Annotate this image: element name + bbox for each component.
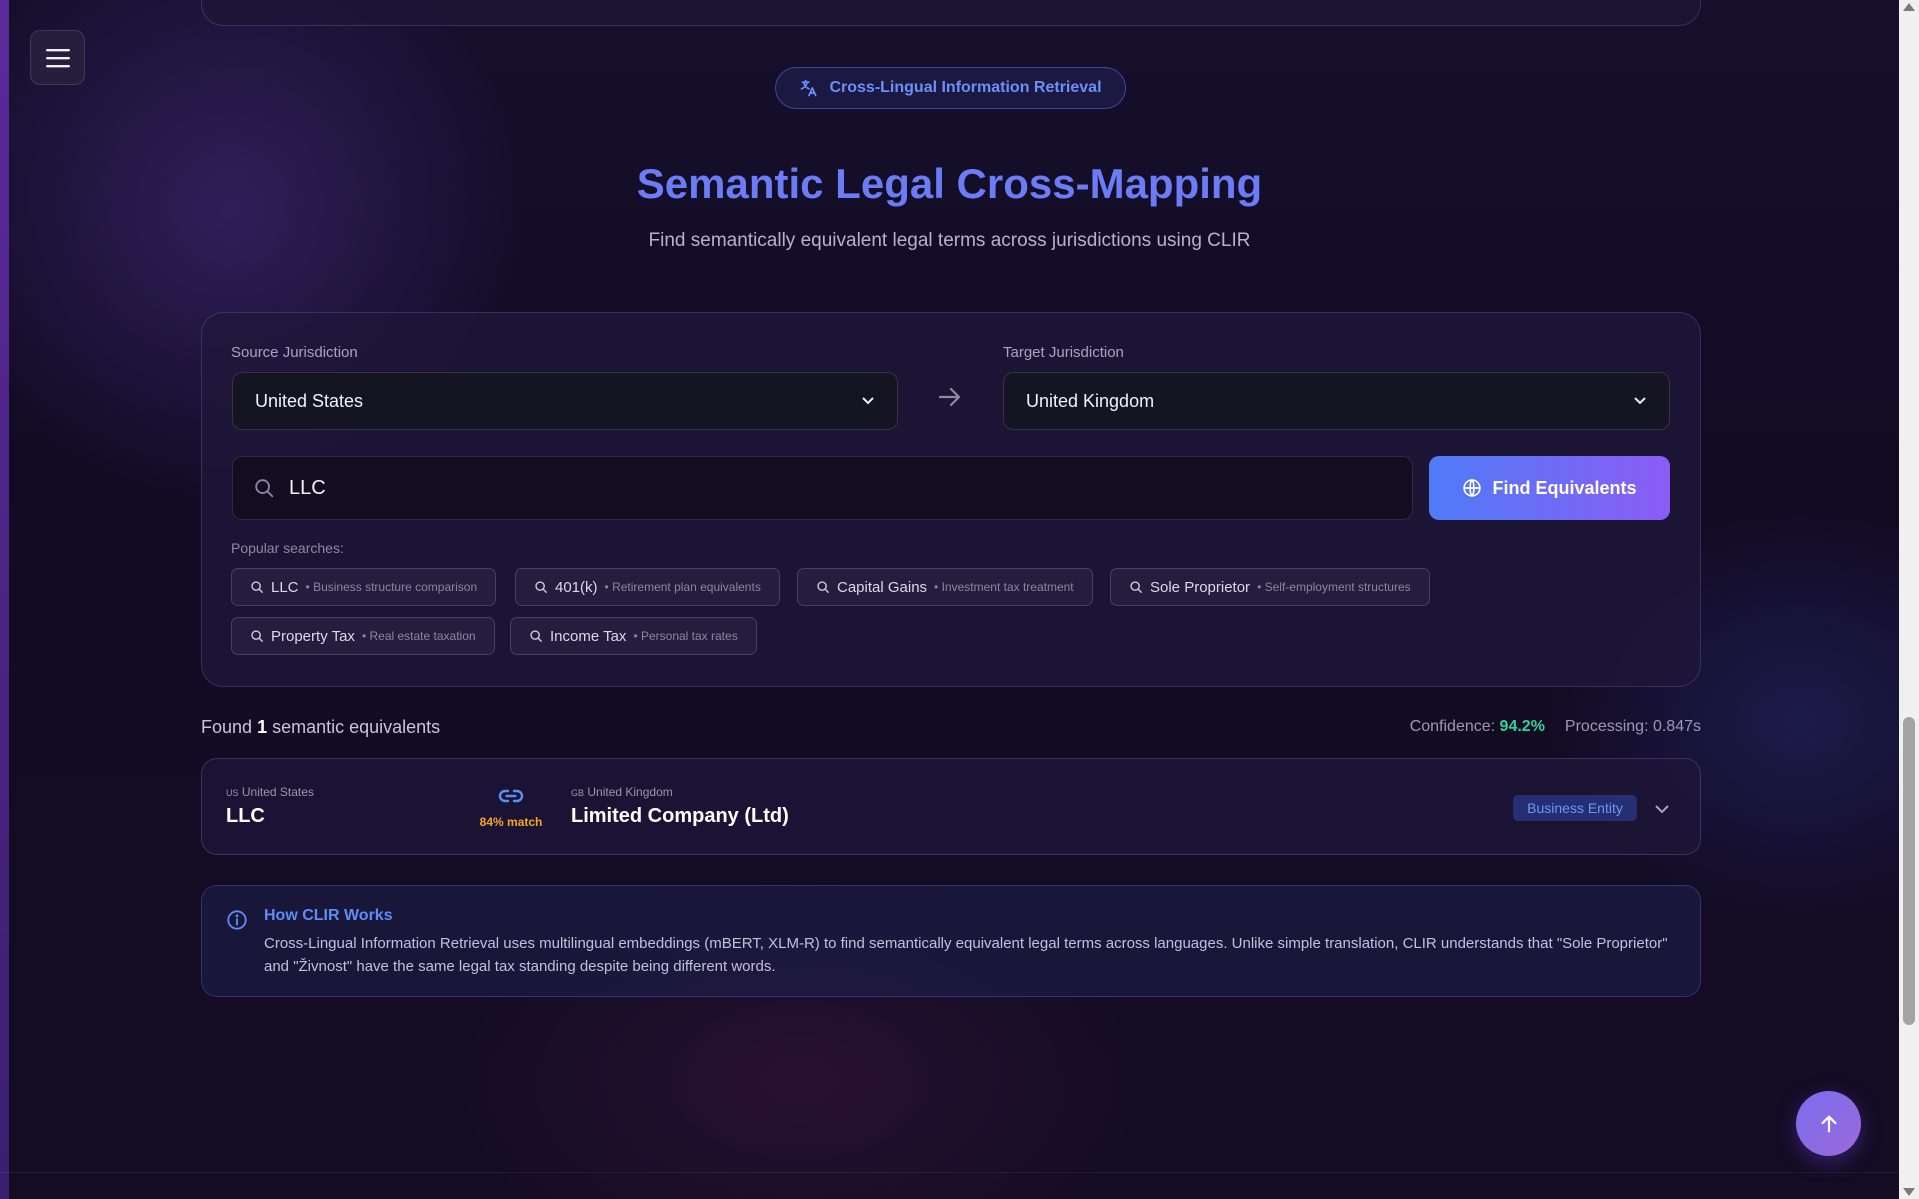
footer-divider — [0, 1172, 1899, 1173]
search-icon — [251, 630, 263, 642]
processing-time: Processing: 0.847s — [1564, 718, 1701, 735]
results-count-number: 1 — [257, 717, 268, 737]
scroll-up-arrow-icon[interactable] — [1903, 3, 1915, 11]
chip-term: Sole Proprietor — [1150, 578, 1251, 596]
chip-term: 401(k) — [555, 578, 598, 596]
popular-search-chip[interactable]: Income Tax • Personal tax rates — [510, 617, 757, 655]
search-icon — [817, 581, 829, 593]
source-jurisdiction-label: Source Jurisdiction — [231, 344, 358, 361]
globe-icon — [1463, 479, 1482, 497]
info-body: Cross-Lingual Information Retrieval uses… — [264, 935, 1668, 975]
search-icon — [1130, 581, 1142, 593]
chip-term: Property Tax — [271, 627, 355, 645]
vertical-scrollbar[interactable] — [1899, 0, 1919, 1199]
search-icon — [535, 581, 547, 593]
source-country-name: United States — [241, 785, 314, 799]
chip-description: • Investment tax treatment — [934, 580, 1074, 594]
results-count-suffix: semantic equivalents — [272, 717, 441, 737]
search-icon — [251, 581, 263, 593]
page-subtitle: Find semantically equivalent legal terms… — [648, 230, 1251, 251]
page-title: Semantic Legal Cross-Mapping — [636, 160, 1263, 207]
scroll-to-top-button[interactable] — [1796, 1091, 1861, 1156]
search-icon — [255, 479, 274, 498]
expand-chevron-icon[interactable] — [1654, 801, 1670, 819]
source-jurisdiction-select[interactable]: United States — [232, 372, 898, 430]
target-term: Limited Company (Ltd) — [571, 805, 789, 827]
source-country: US United States — [226, 785, 314, 799]
search-icon — [530, 630, 542, 642]
popular-search-chip[interactable]: Sole Proprietor • Self-employment struct… — [1110, 568, 1430, 606]
target-jurisdiction-label: Target Jurisdiction — [1003, 344, 1124, 361]
clir-badge: Cross-Lingual Information Retrieval — [775, 67, 1126, 109]
chip-term: LLC — [271, 578, 299, 596]
hamburger-icon — [45, 48, 70, 67]
target-country: GB United Kingdom — [571, 785, 673, 799]
results-stats: Confidence: 94.2% Processing: 0.847s — [1410, 718, 1701, 736]
popular-search-chip[interactable]: Property Tax • Real estate taxation — [231, 617, 495, 655]
chip-term: Capital Gains — [837, 578, 928, 596]
target-jurisdiction-select[interactable]: United Kingdom — [1003, 372, 1670, 430]
confidence-stat: Confidence: 94.2% — [1410, 718, 1545, 736]
info-title: How CLIR Works — [264, 907, 393, 924]
chip-description: • Personal tax rates — [633, 629, 738, 643]
menu-button[interactable] — [30, 30, 85, 85]
chip-description: • Self-employment structures — [1257, 580, 1411, 594]
popular-search-chip[interactable]: 401(k) • Retirement plan equivalents — [515, 568, 780, 606]
chip-description: • Business structure comparison — [305, 580, 478, 594]
results-count-prefix: Found — [201, 717, 253, 737]
confidence-label: Confidence: — [1409, 718, 1496, 735]
source-jurisdiction-value: United States — [255, 390, 364, 411]
popular-search-chip[interactable]: LLC • Business structure comparison — [231, 568, 497, 606]
scrollbar-thumb[interactable] — [1903, 717, 1915, 1025]
us-flag-icon: US — [226, 788, 239, 798]
previous-section-card — [201, 0, 1701, 26]
confidence-value: 94.2% — [1499, 718, 1545, 735]
info-icon — [226, 909, 248, 936]
chip-term: Income Tax — [550, 627, 627, 645]
chevron-down-icon — [1634, 397, 1646, 405]
arrow-right-icon — [937, 385, 963, 414]
search-input-value: LLC — [289, 476, 326, 499]
gb-flag-icon: GB — [571, 788, 585, 798]
search-input[interactable]: LLC — [232, 456, 1413, 520]
result-card[interactable] — [201, 758, 1701, 855]
chevron-down-icon — [862, 397, 874, 405]
find-equivalents-label: Find Equivalents — [1492, 477, 1637, 498]
arrow-up-icon — [1820, 1115, 1837, 1132]
popular-search-chip[interactable]: Capital Gains • Investment tax treatment — [797, 568, 1093, 606]
target-country-name: United Kingdom — [587, 785, 673, 799]
target-jurisdiction-value: United Kingdom — [1026, 390, 1155, 411]
popular-searches-label: Popular searches: — [231, 540, 344, 556]
link-icon — [498, 785, 524, 812]
chip-description: • Retirement plan equivalents — [604, 580, 761, 594]
find-equivalents-button[interactable]: Find Equivalents — [1429, 456, 1670, 520]
match-score: 84% match — [479, 815, 543, 829]
chip-description: • Real estate taxation — [361, 629, 476, 643]
results-count: Found 1 semantic equivalents — [201, 717, 440, 738]
category-badge: Business Entity — [1513, 795, 1637, 821]
source-term: LLC — [226, 805, 265, 827]
translate-icon — [801, 79, 817, 97]
clir-badge-label: Cross-Lingual Information Retrieval — [829, 79, 1102, 96]
scroll-down-arrow-icon[interactable] — [1903, 1188, 1915, 1196]
